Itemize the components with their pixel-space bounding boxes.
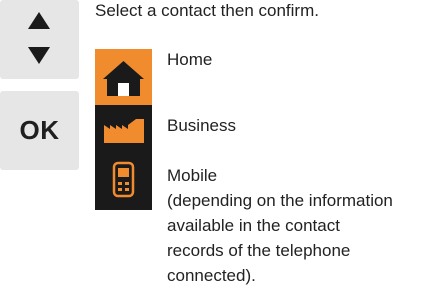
instruction-page: OK Select a contact then confirm. Home B… xyxy=(0,0,440,295)
contact-type-home[interactable] xyxy=(95,49,152,105)
ok-key[interactable]: OK xyxy=(0,91,79,170)
business-icon xyxy=(104,119,144,143)
contact-type-mobile[interactable] xyxy=(95,158,152,210)
arrow-up-icon[interactable] xyxy=(28,12,50,29)
ok-key-label: OK xyxy=(19,115,60,145)
arrow-down-icon[interactable] xyxy=(28,47,50,64)
home-icon xyxy=(103,61,144,96)
contact-type-list xyxy=(95,49,152,210)
contact-type-business[interactable] xyxy=(95,105,152,158)
mobile-note-line: records of the telephone xyxy=(167,241,351,260)
mobile-note: (depending on the information available … xyxy=(167,188,437,288)
instruction-text: Select a contact then confirm. xyxy=(95,1,319,20)
mobile-note-line: available in the contact xyxy=(167,216,340,235)
contact-label-home: Home xyxy=(167,50,213,69)
mobile-note-line: (depending on the information xyxy=(167,191,393,210)
mobile-phone-icon xyxy=(112,161,135,198)
contact-label-business: Business xyxy=(167,116,236,135)
contact-label-mobile: Mobile xyxy=(167,166,218,185)
mobile-note-line: connected). xyxy=(167,266,256,285)
navigation-key[interactable] xyxy=(0,0,79,79)
